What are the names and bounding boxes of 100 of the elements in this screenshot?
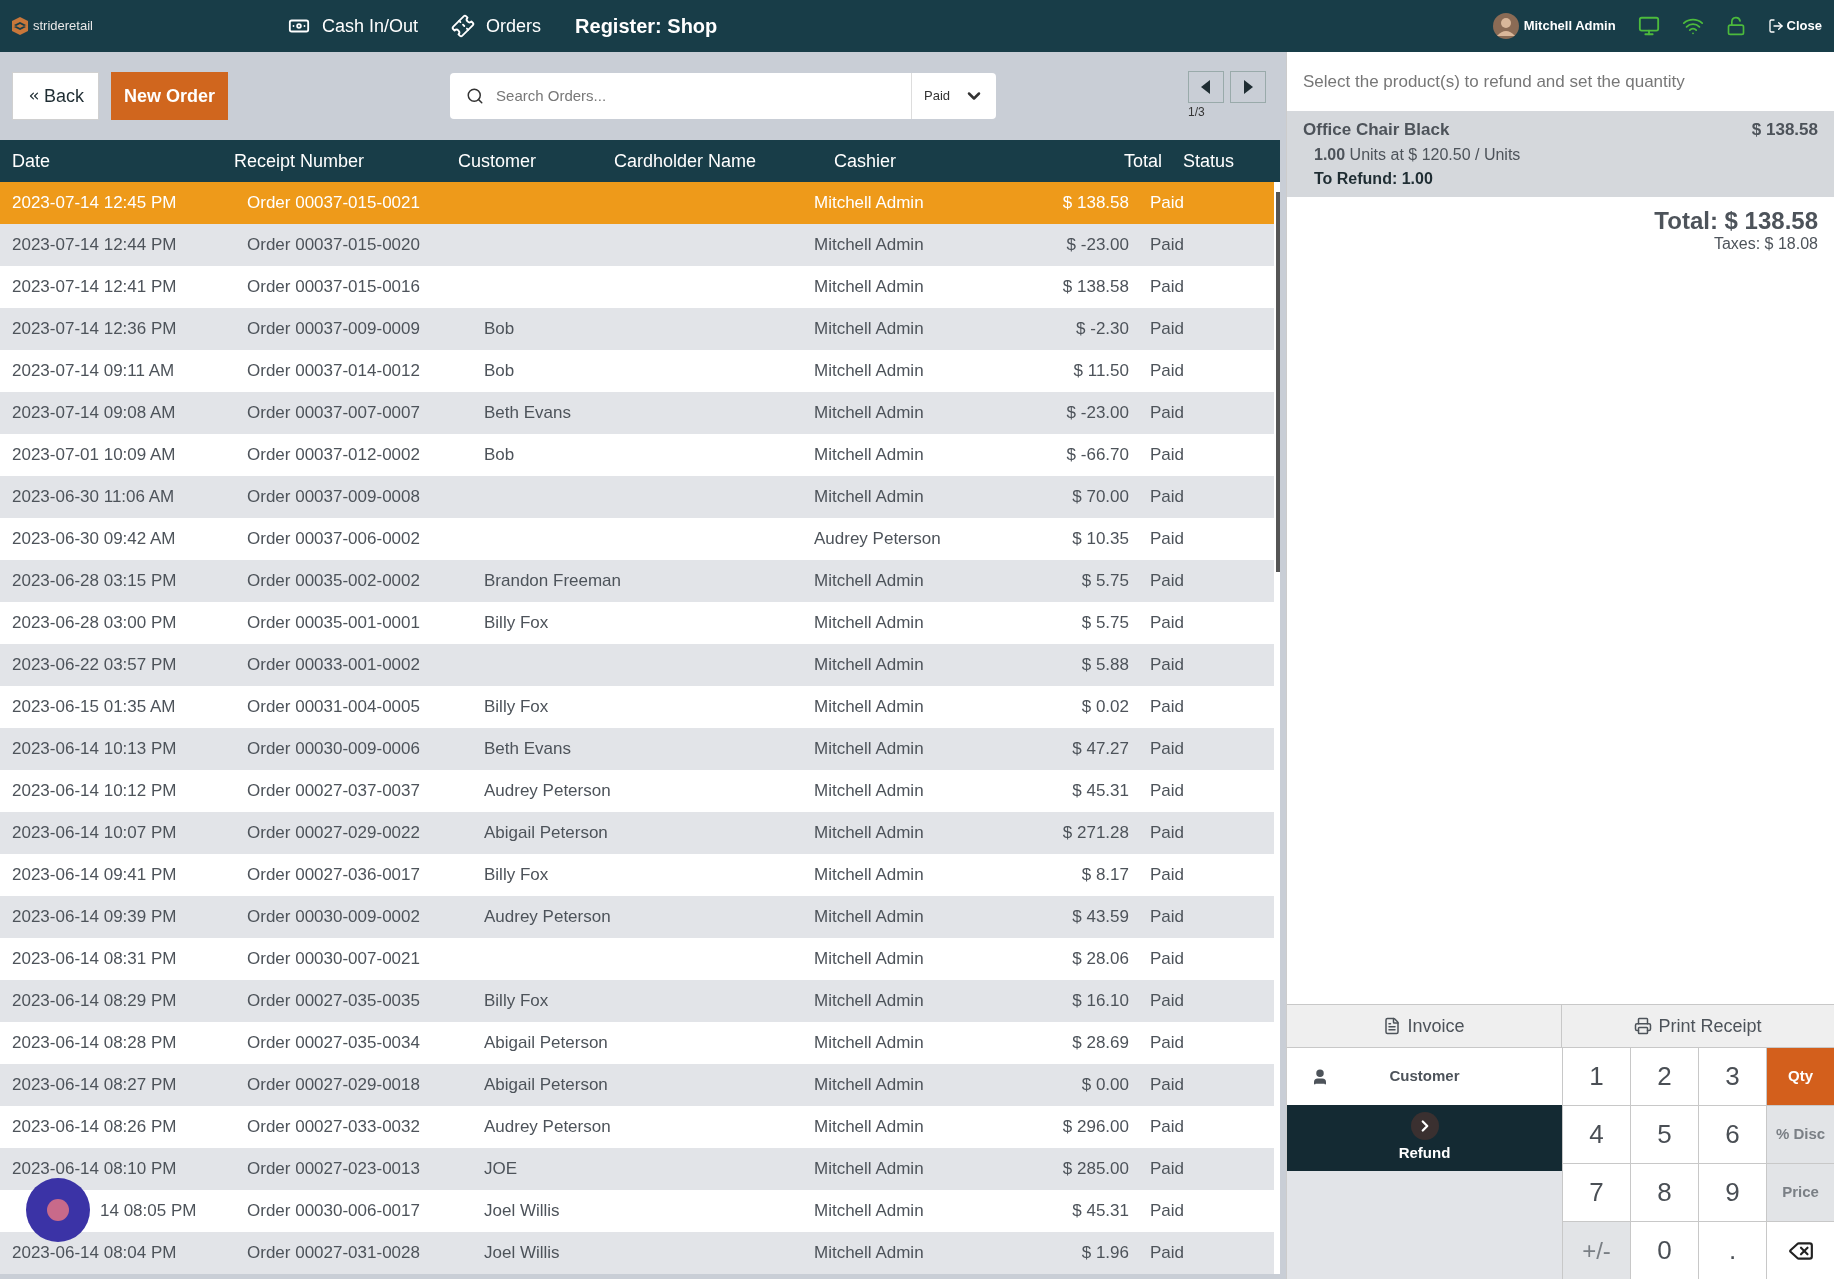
order-row[interactable]: 2023-06-14 08:29 PM Order 00027-035-0035 Billy Fox Mitchell Admin $ 16.10 Paid [0, 980, 1274, 1022]
table-cell-text: Bob [484, 360, 516, 383]
table-cell-text: Order 00033-001-0002 [247, 654, 421, 677]
refund-button[interactable]: Refund [1287, 1105, 1562, 1171]
table-cell-text: $ 70.00 [1071, 486, 1129, 509]
table-cell-text: $ -23.00 [1065, 402, 1129, 425]
order-row[interactable]: 2023-06-28 03:15 PM Order 00035-002-0002 Brandon Freeman Mitchell Admin $ 5.75 Paid [0, 560, 1274, 602]
previous-page-button[interactable] [1188, 71, 1224, 103]
table-cell-text: Abigail Peterson [484, 1032, 609, 1055]
new-order-button[interactable]: New Order [111, 72, 229, 120]
next-page-button[interactable] [1230, 71, 1266, 103]
column-header: Cardholder Name [614, 149, 758, 173]
table-cell-text: $ 10.35 [1071, 528, 1129, 551]
table-cell-text: Mitchell Admin [814, 696, 925, 719]
keypad-key[interactable]: 1 [1562, 1047, 1630, 1105]
table-cell-text: Order 00037-012-0002 [247, 444, 421, 467]
order-row[interactable]: 2023-07-14 12:44 PM Order 00037-015-0020 Mitchell Admin $ -23.00 Paid [0, 224, 1274, 266]
column-header: Date [11, 149, 52, 173]
backspace-key[interactable] [1766, 1221, 1834, 1279]
table-cell-text: Audrey Peterson [814, 528, 942, 551]
keypad-key[interactable]: 2 [1630, 1047, 1698, 1105]
table-cell-text: Paid [1149, 1032, 1186, 1055]
table-cell-text: $ 28.69 [1071, 1032, 1129, 1055]
nav-link[interactable]: Cash In/Out [288, 12, 419, 40]
table-cell-text: Mitchell Admin [814, 1242, 925, 1265]
table-cell-text: $ 5.88 [1080, 654, 1129, 677]
table-cell-text: 2023-06-14 08:28 PM [11, 1032, 178, 1055]
table-cell-text: Paid [1149, 864, 1186, 887]
table-cell: 14 08:05 PM [100, 1201, 197, 1221]
table-cell-text: Bob [484, 444, 516, 467]
table-cell-text: Abigail Peterson [484, 822, 609, 845]
table-cell-text: Mitchell Admin [814, 780, 925, 803]
table-cell-text: Order 00035-001-0001 [247, 612, 421, 635]
keypad-key[interactable]: 3 [1698, 1047, 1766, 1105]
order-row[interactable]: 2023-07-14 12:36 PM Order 00037-009-0009 Bob Mitchell Admin $ -2.30 Paid [0, 308, 1274, 350]
table-cell-text: 2023-06-14 08:26 PM [11, 1116, 178, 1139]
table-cell-text: Mitchell Admin [814, 234, 925, 257]
scrollbar[interactable] [1276, 192, 1280, 572]
order-row[interactable]: 2023-06-30 11:06 AM Order 00037-009-0008 Mitchell Admin $ 70.00 Paid [0, 476, 1274, 518]
order-row[interactable]: 2023-06-14 08:04 PM Order 00027-031-0028 Joel Willis Mitchell Admin $ 1.96 Paid [0, 1232, 1274, 1274]
order-row[interactable]: 2023-07-14 09:08 AM Order 00037-007-0007 Beth Evans Mitchell Admin $ -23.00 Paid [0, 392, 1274, 434]
print-receipt-button[interactable]: Print Receipt [1562, 1005, 1834, 1047]
search-input[interactable]: Search Orders... [496, 84, 912, 108]
table-cell-text: Order 00027-036-0017 [247, 864, 421, 887]
search-field[interactable]: Search Orders... Paid [450, 73, 997, 119]
table-cell-text: Order 00037-009-0009 [247, 318, 421, 341]
keypad-key[interactable]: 8 [1630, 1163, 1698, 1221]
line-quantity: 1.00 Units at $ 120.50 / Units [1313, 144, 1522, 165]
refund-hint: Select the product(s) to refund and set the quantity [1303, 70, 1685, 93]
order-row[interactable]: 2023-06-14 08:27 PM Order 00027-029-0018 Abigail Peterson Mitchell Admin $ 0.00 Paid [0, 1064, 1274, 1106]
page-indicator: 1/3 [1188, 104, 1205, 121]
mode-key[interactable]: Qty [1766, 1047, 1834, 1105]
table-cell-text: JOE [484, 1158, 519, 1181]
table-cell-text: Paid [1149, 738, 1186, 761]
table-cell-text: Mitchell Admin [814, 612, 925, 635]
logo-icon [12, 17, 28, 35]
table-cell-text: $ 43.59 [1071, 906, 1129, 929]
order-row[interactable]: 2023-06-14 09:39 PM Order 00030-009-0002 Audrey Peterson Mitchell Admin $ 43.59 Paid [0, 896, 1274, 938]
keypad-key[interactable]: . [1698, 1221, 1766, 1279]
table-cell-text: 2023-06-30 11:06 AM [11, 486, 176, 509]
invoice-button[interactable]: Invoice [1287, 1005, 1562, 1047]
table-cell-text: $ 5.75 [1080, 612, 1129, 635]
table-cell-text: $ 138.58 [1061, 276, 1129, 299]
table-cell-text: 2023-06-28 03:00 PM [11, 612, 178, 635]
order-row[interactable]: 2023-06-14 08:10 PM Order 00027-023-0013 JOE Mitchell Admin $ 285.00 Paid [0, 1148, 1274, 1190]
keypad-key[interactable]: 6 [1698, 1105, 1766, 1163]
table-cell-text: Paid [1149, 780, 1186, 803]
keypad-key[interactable]: 7 [1562, 1163, 1630, 1221]
caret-right-icon [1243, 80, 1253, 94]
keypad-key[interactable]: 9 [1698, 1163, 1766, 1221]
table-cell-text: $ 138.58 [1061, 192, 1129, 215]
chevron-right-icon [1410, 1111, 1439, 1140]
person-icon [1311, 1067, 1329, 1086]
table-cell-text: Joel Willis [484, 1242, 561, 1265]
keypad-key[interactable]: 0 [1630, 1221, 1698, 1279]
monitor-icon[interactable] [1637, 15, 1660, 37]
table-cell-text: Paid [1149, 570, 1186, 593]
table-cell-text: $ 296.00 [1061, 1116, 1129, 1139]
table-cell-text: 2023-06-30 09:42 AM [11, 528, 177, 551]
back-button[interactable]: Back [12, 72, 100, 120]
unlock-icon[interactable] [1725, 16, 1746, 36]
table-cell-text: Mitchell Admin [814, 948, 925, 971]
table-cell-text: Paid [1149, 234, 1186, 257]
table-cell-text: 2023-06-28 03:15 PM [11, 570, 178, 593]
keypad-key[interactable]: 5 [1630, 1105, 1698, 1163]
order-row[interactable]: 2023-06-14 10:07 PM Order 00027-029-0022 Abigail Peterson Mitchell Admin $ 271.28 Paid [0, 812, 1274, 854]
table-cell-text: Order 00027-033-0032 [247, 1116, 421, 1139]
customer-button[interactable]: Customer [1287, 1047, 1562, 1105]
close-button[interactable]: Close [1767, 16, 1822, 36]
order-row[interactable]: 2023-06-22 03:57 PM Order 00033-001-0002 Mitchell Admin $ 5.88 Paid [0, 644, 1274, 686]
printer-icon [1634, 1017, 1653, 1035]
table-cell-text: Mitchell Admin [814, 654, 925, 677]
table-cell-text: Paid [1149, 1200, 1186, 1223]
status-filter[interactable]: Paid [911, 73, 997, 119]
keypad-key[interactable]: 4 [1562, 1105, 1630, 1163]
table-cell-text: 2023-07-14 09:08 AM [11, 402, 177, 425]
register-title: Register: Shop [575, 14, 718, 39]
double-chevron-icon [27, 89, 41, 103]
order-row[interactable]: 2023-06-14 10:13 PM Order 00030-009-0006 Beth Evans Mitchell Admin $ 47.27 Paid [0, 728, 1274, 770]
nav-link[interactable]: Orders [452, 12, 542, 40]
